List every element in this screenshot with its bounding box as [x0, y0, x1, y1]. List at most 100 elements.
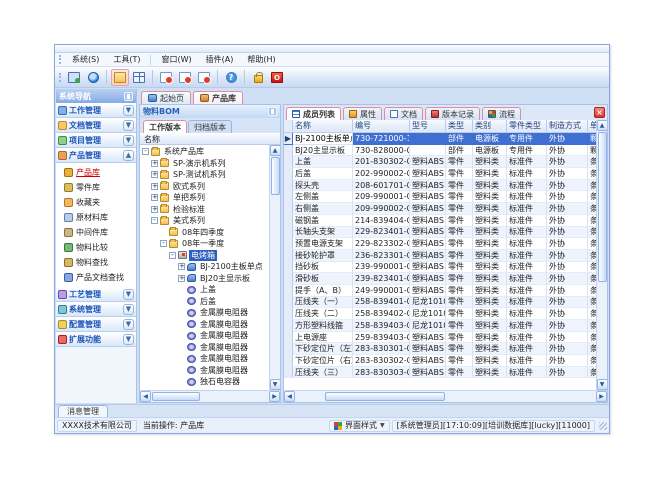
- tree-expander-icon[interactable]: +: [151, 206, 158, 213]
- table-row[interactable]: ▶ BJ-2100主板单点 730-721000-12X 部件 电源板 专用件 …: [284, 133, 596, 145]
- tree-item[interactable]: + SP-测试机系列: [140, 169, 269, 181]
- sidebar-item[interactable]: 产品文档查找: [56, 270, 136, 285]
- table-row[interactable]: 压线夹（二） 258-839402-00X 尼龙1010 零件 塑料类 标准件 …: [284, 308, 596, 320]
- pin-icon[interactable]: [268, 107, 277, 116]
- version-tab[interactable]: 工作版本: [143, 120, 187, 133]
- tree-item[interactable]: + SP-演示机系列: [140, 158, 269, 170]
- tree-item[interactable]: 金属膜电阻器: [140, 365, 269, 377]
- table-row[interactable]: 下砂定位片（左） 283-830301-00X 塑料ABS 零件 塑料类 标准件…: [284, 343, 596, 355]
- document-tab[interactable]: 产品库: [193, 91, 243, 104]
- tree-item[interactable]: 金属膜电阻器: [140, 330, 269, 342]
- menu-tools[interactable]: 工具(T): [107, 53, 146, 66]
- table-row[interactable]: 方形塑料线箍 258-839403-00X 尼龙1010 零件 塑料类 标准件 …: [284, 320, 596, 332]
- tree-item[interactable]: + 检验标准: [140, 204, 269, 216]
- tree-item[interactable]: - 美式系列: [140, 215, 269, 227]
- sidebar-section-header[interactable]: 文档管理 ▼: [56, 118, 136, 133]
- toolbar-button[interactable]: [176, 69, 194, 86]
- sidebar-section-header[interactable]: 配置管理 ▼: [56, 317, 136, 332]
- tree-item[interactable]: 金属膜电阻器: [140, 307, 269, 319]
- scroll-left-icon[interactable]: ◀: [140, 391, 151, 402]
- scrollbar-thumb[interactable]: [598, 132, 607, 282]
- chevron-down-icon[interactable]: ▼: [123, 319, 134, 330]
- scroll-down-icon[interactable]: ▼: [597, 379, 608, 390]
- table-row[interactable]: 上电源座 259-839403-00X 塑料ABS 零件 塑料类 标准件 外协 …: [284, 332, 596, 344]
- table-row[interactable]: 长轴头支架 229-823401-00X 塑料ABS 零件 塑料类 标准件 外协…: [284, 227, 596, 239]
- toolbar-button[interactable]: [157, 69, 175, 86]
- column-header-make[interactable]: 制造方式: [547, 120, 588, 132]
- sidebar-section-header[interactable]: 项目管理 ▼: [56, 133, 136, 148]
- table-row[interactable]: 磁钢盖 214-839404-01X 塑料ABS 零件 塑料类 标准件 外协 条: [284, 215, 596, 227]
- column-header-category[interactable]: 类别: [473, 120, 507, 132]
- member-tab[interactable]: 成员列表: [286, 107, 341, 120]
- toolbar-button[interactable]: [84, 69, 102, 86]
- sidebar-item[interactable]: 中间件库: [56, 225, 136, 240]
- ui-style-button[interactable]: 界面样式 ▼: [329, 420, 390, 432]
- toolbar-button[interactable]: [195, 69, 213, 86]
- grid-vertical-scrollbar[interactable]: ▲ ▼: [596, 120, 607, 390]
- scrollbar-thumb[interactable]: [325, 392, 445, 401]
- tree-item[interactable]: + BJ20主显示板: [140, 273, 269, 285]
- sidebar-item[interactable]: 物料查找: [56, 255, 136, 270]
- sidebar-item[interactable]: 产品库: [56, 165, 136, 180]
- chevron-down-icon[interactable]: ▼: [123, 304, 134, 315]
- table-row[interactable]: 预置电源支架 229-823302-00X 塑料ABS 零件 塑料类 标准件 外…: [284, 238, 596, 250]
- tree-expander-icon[interactable]: -: [142, 148, 149, 155]
- sidebar-section-header[interactable]: 扩展功能 ▼: [56, 332, 136, 347]
- column-header-code[interactable]: 编号: [353, 120, 410, 132]
- table-row[interactable]: 探头壳 208-601701-01X 塑料ABS 零件 塑料类 标准件 外协 条: [284, 180, 596, 192]
- tree-item[interactable]: 金属膜电阻器: [140, 319, 269, 331]
- scroll-right-icon[interactable]: ▶: [596, 391, 607, 402]
- sidebar-item[interactable]: 原材料库: [56, 210, 136, 225]
- member-tab[interactable]: 文档: [384, 107, 423, 120]
- toolbar-button[interactable]: [222, 69, 240, 86]
- sidebar-item[interactable]: 零件库: [56, 180, 136, 195]
- menu-system[interactable]: 系统(S): [66, 53, 105, 66]
- table-row[interactable]: 上盖 201-830302-00X 塑料ABS 零件 塑料类 标准件 外协 条: [284, 156, 596, 168]
- toolbar-button[interactable]: [65, 69, 83, 86]
- tree-expander-icon[interactable]: +: [151, 171, 158, 178]
- chevron-down-icon[interactable]: ▼: [123, 334, 134, 345]
- member-tab[interactable]: 属性: [343, 107, 382, 120]
- chevron-down-icon[interactable]: ▼: [123, 289, 134, 300]
- tree-item[interactable]: + BJ-2100主板单点: [140, 261, 269, 273]
- sidebar-item[interactable]: 物料比较: [56, 240, 136, 255]
- member-tab[interactable]: 版本记录: [425, 107, 480, 120]
- version-tab[interactable]: 归档版本: [188, 120, 232, 133]
- resize-grip[interactable]: [599, 422, 607, 430]
- toolbar-button[interactable]: [268, 69, 286, 86]
- scroll-down-icon[interactable]: ▼: [270, 379, 281, 390]
- sidebar-section-header[interactable]: 工作管理 ▼: [56, 103, 136, 118]
- scroll-left-icon[interactable]: ◀: [284, 391, 295, 402]
- table-row[interactable]: 后盖 202-990002-01X 塑料ABS 零件 塑料类 标准件 外协 条: [284, 168, 596, 180]
- toolbar-button[interactable]: [249, 69, 267, 86]
- scrollbar-thumb[interactable]: [271, 157, 280, 195]
- tree-item[interactable]: 08年四季度: [140, 227, 269, 239]
- column-header-unit[interactable]: 单位: [588, 120, 596, 132]
- message-tab[interactable]: 消息管理: [58, 405, 108, 417]
- tree-expander-icon[interactable]: -: [169, 252, 176, 259]
- menu-help[interactable]: 帮助(H): [241, 53, 281, 66]
- scrollbar-thumb[interactable]: [152, 392, 200, 401]
- tree-expander-icon[interactable]: -: [160, 240, 167, 247]
- member-tab[interactable]: 流程: [482, 107, 521, 120]
- tree-item[interactable]: - 系统产品库: [140, 146, 269, 158]
- sidebar-section-header[interactable]: 系统管理 ▼: [56, 302, 136, 317]
- tree-item[interactable]: - 电烤箱: [140, 250, 269, 262]
- grid-horizontal-scrollbar[interactable]: ◀ ▶: [284, 390, 607, 402]
- tree-expander-icon[interactable]: +: [151, 194, 158, 201]
- tree-item[interactable]: 上盖: [140, 284, 269, 296]
- table-row[interactable]: 滑砂板 239-823401-00X 塑料ABS 零件 塑料类 标准件 外协 条: [284, 273, 596, 285]
- table-row[interactable]: BJ20主显示板 730-828000-04X 部件 电源板 专用件 外协 颗: [284, 145, 596, 157]
- tree-column-header[interactable]: 名称: [140, 133, 280, 145]
- table-row[interactable]: 左侧盖 209-990001-01X 塑料ABS 零件 塑料类 标准件 外协 条: [284, 191, 596, 203]
- toolbar-grip[interactable]: [59, 73, 62, 82]
- toolbar-button[interactable]: [111, 69, 129, 86]
- tree-item[interactable]: + 欧式系列: [140, 181, 269, 193]
- tree-vertical-scrollbar[interactable]: ▲ ▼: [269, 145, 280, 390]
- table-row[interactable]: 下砂定位片（右） 283-830302-00X 塑料ABS 零件 塑料类 标准件…: [284, 355, 596, 367]
- tree-expander-icon[interactable]: +: [178, 263, 185, 270]
- tree-item[interactable]: 金属膜电阻器: [140, 353, 269, 365]
- document-tab[interactable]: 起始页: [141, 91, 191, 104]
- table-row[interactable]: 提手（A、B） 249-990001-01X 塑料ABS 零件 塑料类 标准件 …: [284, 285, 596, 297]
- tree-horizontal-scrollbar[interactable]: ◀ ▶: [140, 390, 280, 402]
